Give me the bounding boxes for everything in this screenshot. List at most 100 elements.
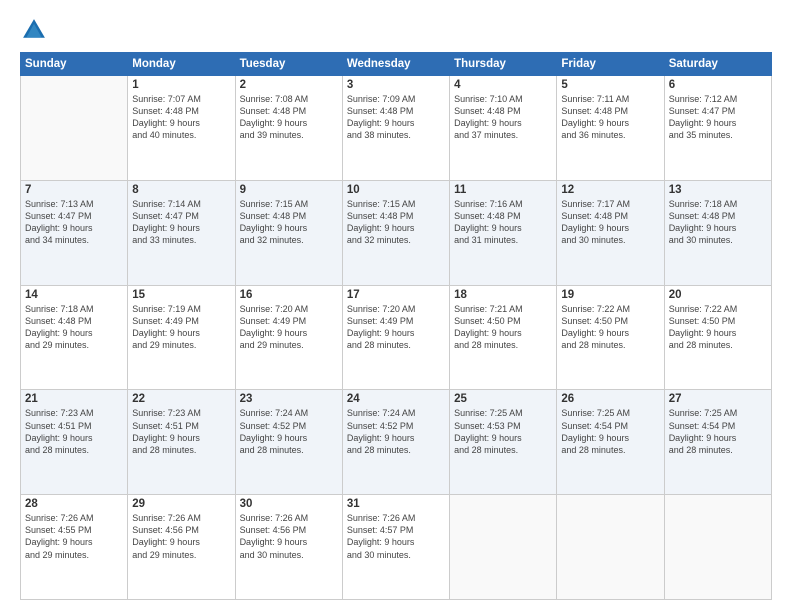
calendar-cell: 14 Sunrise: 7:18 AM Sunset: 4:48 PM Dayli… xyxy=(21,285,128,390)
calendar-cell: 27 Sunrise: 7:25 AM Sunset: 4:54 PM Dayli… xyxy=(664,390,771,495)
cell-info: Sunrise: 7:22 AM Sunset: 4:50 PM Dayligh… xyxy=(561,303,659,352)
calendar-cell xyxy=(664,495,771,600)
calendar-week-row: 21 Sunrise: 7:23 AM Sunset: 4:51 PM Dayli… xyxy=(21,390,772,495)
calendar-cell: 20 Sunrise: 7:22 AM Sunset: 4:50 PM Dayli… xyxy=(664,285,771,390)
calendar-cell: 8 Sunrise: 7:14 AM Sunset: 4:47 PM Daylig… xyxy=(128,180,235,285)
cell-info: Sunrise: 7:23 AM Sunset: 4:51 PM Dayligh… xyxy=(25,407,123,456)
day-number: 4 xyxy=(454,79,552,91)
day-number: 25 xyxy=(454,393,552,405)
calendar-week-row: 1Sunrise: 7:07 AM Sunset: 4:48 PM Daylig… xyxy=(21,76,772,181)
calendar-cell: 6Sunrise: 7:12 AM Sunset: 4:47 PM Daylig… xyxy=(664,76,771,181)
cell-info: Sunrise: 7:25 AM Sunset: 4:54 PM Dayligh… xyxy=(561,407,659,456)
calendar-cell: 4 Sunrise: 7:10 AM Sunset: 4:48 PM Daylig… xyxy=(450,76,557,181)
calendar-cell: 28 Sunrise: 7:26 AM Sunset: 4:55 PM Dayli… xyxy=(21,495,128,600)
calendar-week-row: 28 Sunrise: 7:26 AM Sunset: 4:55 PM Dayli… xyxy=(21,495,772,600)
calendar-cell: 5 Sunrise: 7:11 AM Sunset: 4:48 PM Daylig… xyxy=(557,76,664,181)
header xyxy=(20,16,772,44)
col-header-saturday: Saturday xyxy=(664,53,771,76)
calendar-cell: 12 Sunrise: 7:17 AM Sunset: 4:48 PM Dayli… xyxy=(557,180,664,285)
calendar-week-row: 7Sunrise: 7:13 AM Sunset: 4:47 PM Daylig… xyxy=(21,180,772,285)
cell-info: Sunrise: 7:21 AM Sunset: 4:50 PM Dayligh… xyxy=(454,303,552,352)
day-number: 19 xyxy=(561,289,659,301)
day-number: 5 xyxy=(561,79,659,91)
calendar-cell: 11Sunrise: 7:16 AM Sunset: 4:48 PM Dayli… xyxy=(450,180,557,285)
col-header-monday: Monday xyxy=(128,53,235,76)
day-number: 7 xyxy=(25,184,123,196)
calendar-cell: 23 Sunrise: 7:24 AM Sunset: 4:52 PM Dayli… xyxy=(235,390,342,495)
cell-info: Sunrise: 7:24 AM Sunset: 4:52 PM Dayligh… xyxy=(240,407,338,456)
cell-info: Sunrise: 7:15 AM Sunset: 4:48 PM Dayligh… xyxy=(240,198,338,247)
calendar-cell: 7Sunrise: 7:13 AM Sunset: 4:47 PM Daylig… xyxy=(21,180,128,285)
day-number: 12 xyxy=(561,184,659,196)
col-header-thursday: Thursday xyxy=(450,53,557,76)
cell-info: Sunrise: 7:24 AM Sunset: 4:52 PM Dayligh… xyxy=(347,407,445,456)
cell-info: Sunrise: 7:26 AM Sunset: 4:57 PM Dayligh… xyxy=(347,512,445,561)
calendar-cell: 18Sunrise: 7:21 AM Sunset: 4:50 PM Dayli… xyxy=(450,285,557,390)
calendar-cell xyxy=(557,495,664,600)
day-number: 16 xyxy=(240,289,338,301)
day-number: 27 xyxy=(669,393,767,405)
day-number: 21 xyxy=(25,393,123,405)
calendar-cell: 2 Sunrise: 7:08 AM Sunset: 4:48 PM Daylig… xyxy=(235,76,342,181)
cell-info: Sunrise: 7:25 AM Sunset: 4:53 PM Dayligh… xyxy=(454,407,552,456)
cell-info: Sunrise: 7:26 AM Sunset: 4:56 PM Dayligh… xyxy=(240,512,338,561)
calendar-cell: 9 Sunrise: 7:15 AM Sunset: 4:48 PM Daylig… xyxy=(235,180,342,285)
cell-info: Sunrise: 7:20 AM Sunset: 4:49 PM Dayligh… xyxy=(240,303,338,352)
cell-info: Sunrise: 7:19 AM Sunset: 4:49 PM Dayligh… xyxy=(132,303,230,352)
calendar-week-row: 14 Sunrise: 7:18 AM Sunset: 4:48 PM Dayli… xyxy=(21,285,772,390)
day-number: 28 xyxy=(25,498,123,510)
day-number: 8 xyxy=(132,184,230,196)
cell-info: Sunrise: 7:17 AM Sunset: 4:48 PM Dayligh… xyxy=(561,198,659,247)
calendar-cell: 31 Sunrise: 7:26 AM Sunset: 4:57 PM Dayli… xyxy=(342,495,449,600)
day-number: 14 xyxy=(25,289,123,301)
cell-info: Sunrise: 7:08 AM Sunset: 4:48 PM Dayligh… xyxy=(240,93,338,142)
day-number: 13 xyxy=(669,184,767,196)
cell-info: Sunrise: 7:10 AM Sunset: 4:48 PM Dayligh… xyxy=(454,93,552,142)
cell-info: Sunrise: 7:14 AM Sunset: 4:47 PM Dayligh… xyxy=(132,198,230,247)
day-number: 31 xyxy=(347,498,445,510)
cell-info: Sunrise: 7:20 AM Sunset: 4:49 PM Dayligh… xyxy=(347,303,445,352)
calendar-table: SundayMondayTuesdayWednesdayThursdayFrid… xyxy=(20,52,772,600)
calendar-cell: 25 Sunrise: 7:25 AM Sunset: 4:53 PM Dayli… xyxy=(450,390,557,495)
day-number: 23 xyxy=(240,393,338,405)
day-number: 17 xyxy=(347,289,445,301)
calendar-cell: 13Sunrise: 7:18 AM Sunset: 4:48 PM Dayli… xyxy=(664,180,771,285)
calendar-cell: 21 Sunrise: 7:23 AM Sunset: 4:51 PM Dayli… xyxy=(21,390,128,495)
day-number: 30 xyxy=(240,498,338,510)
day-number: 26 xyxy=(561,393,659,405)
col-header-wednesday: Wednesday xyxy=(342,53,449,76)
cell-info: Sunrise: 7:16 AM Sunset: 4:48 PM Dayligh… xyxy=(454,198,552,247)
cell-info: Sunrise: 7:11 AM Sunset: 4:48 PM Dayligh… xyxy=(561,93,659,142)
col-header-tuesday: Tuesday xyxy=(235,53,342,76)
col-header-friday: Friday xyxy=(557,53,664,76)
cell-info: Sunrise: 7:18 AM Sunset: 4:48 PM Dayligh… xyxy=(25,303,123,352)
calendar-cell: 3 Sunrise: 7:09 AM Sunset: 4:48 PM Daylig… xyxy=(342,76,449,181)
calendar-cell: 19 Sunrise: 7:22 AM Sunset: 4:50 PM Dayli… xyxy=(557,285,664,390)
cell-info: Sunrise: 7:22 AM Sunset: 4:50 PM Dayligh… xyxy=(669,303,767,352)
calendar-cell: 24Sunrise: 7:24 AM Sunset: 4:52 PM Dayli… xyxy=(342,390,449,495)
cell-info: Sunrise: 7:23 AM Sunset: 4:51 PM Dayligh… xyxy=(132,407,230,456)
day-number: 29 xyxy=(132,498,230,510)
logo-icon xyxy=(20,16,48,44)
day-number: 3 xyxy=(347,79,445,91)
day-number: 2 xyxy=(240,79,338,91)
day-number: 6 xyxy=(669,79,767,91)
cell-info: Sunrise: 7:26 AM Sunset: 4:55 PM Dayligh… xyxy=(25,512,123,561)
calendar-cell: 10Sunrise: 7:15 AM Sunset: 4:48 PM Dayli… xyxy=(342,180,449,285)
cell-info: Sunrise: 7:09 AM Sunset: 4:48 PM Dayligh… xyxy=(347,93,445,142)
day-number: 1 xyxy=(132,79,230,91)
calendar-header-row: SundayMondayTuesdayWednesdayThursdayFrid… xyxy=(21,53,772,76)
calendar-cell: 26 Sunrise: 7:25 AM Sunset: 4:54 PM Dayli… xyxy=(557,390,664,495)
cell-info: Sunrise: 7:25 AM Sunset: 4:54 PM Dayligh… xyxy=(669,407,767,456)
calendar-cell: 30 Sunrise: 7:26 AM Sunset: 4:56 PM Dayli… xyxy=(235,495,342,600)
calendar-cell: 1Sunrise: 7:07 AM Sunset: 4:48 PM Daylig… xyxy=(128,76,235,181)
day-number: 9 xyxy=(240,184,338,196)
calendar-cell: 17 Sunrise: 7:20 AM Sunset: 4:49 PM Dayli… xyxy=(342,285,449,390)
calendar-cell xyxy=(21,76,128,181)
day-number: 10 xyxy=(347,184,445,196)
day-number: 20 xyxy=(669,289,767,301)
calendar-cell: 29Sunrise: 7:26 AM Sunset: 4:56 PM Dayli… xyxy=(128,495,235,600)
logo xyxy=(20,16,52,44)
day-number: 15 xyxy=(132,289,230,301)
calendar-cell: 15 Sunrise: 7:19 AM Sunset: 4:49 PM Dayli… xyxy=(128,285,235,390)
